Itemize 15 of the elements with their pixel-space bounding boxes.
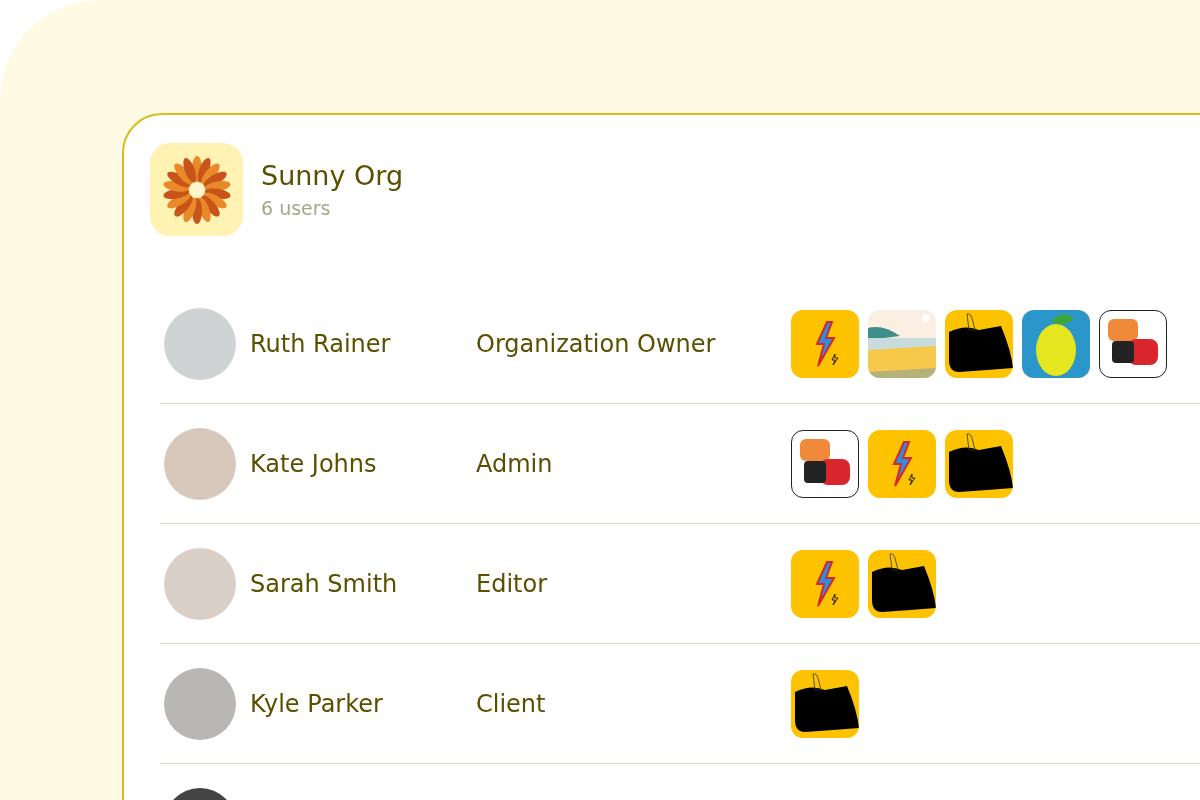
user-role: Editor [476, 569, 549, 598]
user-role: Client [476, 689, 547, 718]
user-name: Ruth Rainer [250, 329, 392, 358]
user-role: Admin [476, 449, 554, 478]
beach-app-icon[interactable] [868, 309, 936, 378]
org-name: Sunny Org [261, 160, 404, 191]
lightning-app-icon[interactable] [791, 549, 859, 618]
lightning-app-icon[interactable] [791, 309, 859, 378]
user-name: Kyle Parker [250, 689, 384, 718]
lightning-app-icon[interactable] [868, 429, 936, 498]
user-count: 6 users [261, 197, 332, 219]
user-name: Kate Johns [250, 449, 378, 478]
user-role: Organization Owner [476, 329, 717, 358]
lemon-app-icon[interactable] [1022, 309, 1090, 378]
user-name: Sarah Smith [250, 569, 399, 598]
